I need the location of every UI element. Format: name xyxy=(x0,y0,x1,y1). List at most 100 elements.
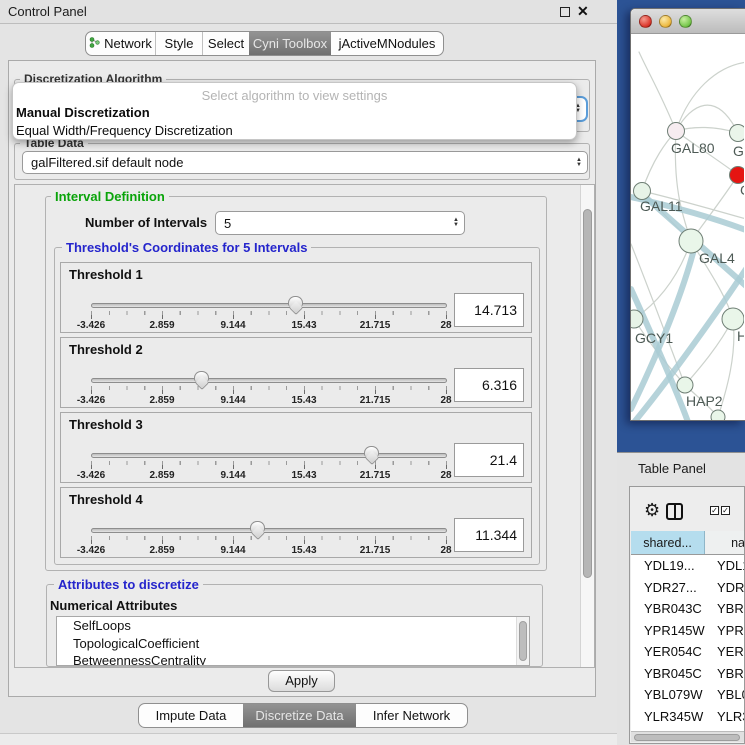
vertical-scrollbar-thumb[interactable] xyxy=(583,209,592,578)
network-window: GAL80GACGAL11GAL4GCY1HHAP2 xyxy=(630,8,745,421)
tab-jactivemnodules[interactable]: jActiveMNodules xyxy=(331,32,443,55)
threshold-1-slider-thumb[interactable] xyxy=(288,296,303,307)
HAP2-node[interactable] xyxy=(677,377,693,393)
vertical-scrollbar-track[interactable] xyxy=(580,185,594,667)
threshold-3-slider-thumb[interactable] xyxy=(364,446,379,457)
threshold-4-value-field[interactable]: 11.344 xyxy=(454,518,524,552)
threshold-1-panel: Threshold 1-3.4262.8599.14415.4321.71528… xyxy=(60,262,532,333)
zoom-traffic-light[interactable] xyxy=(679,15,692,28)
tab-network-label: Network xyxy=(104,36,152,51)
threshold-1-slider-track[interactable] xyxy=(91,303,447,308)
table-cell-name[interactable]: YDL1 xyxy=(707,558,745,573)
table-row[interactable]: YBR043CYBR0 xyxy=(631,598,745,620)
float-window-icon[interactable] xyxy=(560,7,570,17)
node-label-h: H xyxy=(737,328,744,344)
horizontal-scrollbar-track[interactable] xyxy=(631,731,745,742)
tab-style[interactable]: Style xyxy=(155,32,202,55)
tab-network[interactable]: Network xyxy=(86,32,155,55)
network-graph: GAL80GACGAL11GAL4GCY1HHAP2 xyxy=(631,34,744,420)
close-traffic-light[interactable] xyxy=(639,15,652,28)
number-of-intervals-combo[interactable]: 5 ▲▼ xyxy=(215,211,465,235)
clipped-node-bottom[interactable] xyxy=(711,410,725,420)
table-cell-shared-name[interactable]: YLR345W xyxy=(631,709,707,724)
table-cell-name[interactable]: YER0 xyxy=(707,644,745,659)
threshold-3-slider-track[interactable] xyxy=(91,453,447,458)
checkbox-icon[interactable]: ✓ xyxy=(710,506,719,515)
table-row[interactable]: YBR045CYBR0 xyxy=(631,663,745,685)
column-split-icon[interactable] xyxy=(666,503,683,520)
stepper-icon: ▲▼ xyxy=(453,218,459,228)
threshold-rows: Threshold 1-3.4262.8599.14415.4321.71528… xyxy=(60,262,532,562)
table-cell-name[interactable]: YDR2 xyxy=(707,580,745,595)
tick-label: -3.426 xyxy=(77,320,105,331)
table-row[interactable]: YER054CYER0 xyxy=(631,641,745,663)
table-cell-shared-name[interactable]: YDR27... xyxy=(631,580,707,595)
threshold-2-value-field[interactable]: 6.316 xyxy=(454,368,524,402)
tick-label: -3.426 xyxy=(77,545,105,556)
network-canvas[interactable]: GAL80GACGAL11GAL4GCY1HHAP2 xyxy=(631,34,744,420)
gear-icon[interactable]: ⚙ xyxy=(644,501,660,519)
minimize-traffic-light[interactable] xyxy=(659,15,672,28)
table-cell-shared-name[interactable]: YPR145W xyxy=(631,623,707,638)
H-node[interactable] xyxy=(722,308,744,330)
table-cell-name[interactable]: YBL0 xyxy=(707,687,745,702)
tick-label: 28 xyxy=(440,395,451,406)
attribute-item-topologicalcoefficient[interactable]: TopologicalCoefficient xyxy=(57,635,529,653)
table-row[interactable]: YBL079WYBL0 xyxy=(631,684,745,706)
table-cell-shared-name[interactable]: YBL079W xyxy=(631,687,707,702)
threshold-4-slider-track[interactable] xyxy=(91,528,447,533)
tick-label: 15.43 xyxy=(291,320,316,331)
table-cell-name[interactable]: YPR1 xyxy=(707,623,745,638)
tick-label: 28 xyxy=(440,545,451,556)
GAL80-node[interactable] xyxy=(668,123,685,140)
bottom-tab-infer-network[interactable]: Infer Network xyxy=(356,704,467,727)
tick-label: 21.715 xyxy=(360,320,391,331)
list-scrollbar-thumb[interactable] xyxy=(519,621,527,661)
tab-select[interactable]: Select xyxy=(202,32,249,55)
dropdown-item-equal-width-frequency-discretization[interactable]: Equal Width/Frequency Discretization xyxy=(16,123,233,138)
threshold-4-slider-thumb[interactable] xyxy=(250,521,265,532)
bottom-tab-impute-data[interactable]: Impute Data xyxy=(139,704,243,727)
slider-ticks xyxy=(91,311,447,319)
tick-label: 9.144 xyxy=(220,470,245,481)
table-row[interactable]: YPR145WYPR1 xyxy=(631,620,745,642)
tick-label: 2.859 xyxy=(149,545,174,556)
threshold-2-slider-track[interactable] xyxy=(91,378,447,383)
tab-cyni-toolbox[interactable]: Cyni Toolbox xyxy=(249,32,331,55)
table-data-combo[interactable]: galFiltered.sif default node ▲▼ xyxy=(22,151,588,174)
table-row[interactable]: YDR27...YDR2 xyxy=(631,577,745,599)
dropdown-item-manual-discretization[interactable]: Manual Discretization xyxy=(16,105,150,120)
column-header-shared-name[interactable]: shared... xyxy=(631,531,705,554)
attribute-item-selfloops[interactable]: SelfLoops xyxy=(57,617,529,635)
threshold-3-value-field[interactable]: 21.4 xyxy=(454,443,524,477)
table-cell-shared-name[interactable]: YBR045C xyxy=(631,666,707,681)
horizontal-scrollbar-thumb[interactable] xyxy=(634,734,740,741)
GAL11-node[interactable] xyxy=(634,183,651,200)
table-cell-shared-name[interactable]: YDL19... xyxy=(631,558,707,573)
checkbox-icon[interactable]: ✓ xyxy=(721,506,730,515)
slider-ticks xyxy=(91,536,447,544)
table-cell-name[interactable]: YLR3 xyxy=(707,709,745,724)
table-row[interactable]: YDL19...YDL1 xyxy=(631,555,745,577)
network-window-titlebar[interactable] xyxy=(631,9,745,34)
clipped-node-top-right[interactable] xyxy=(730,125,745,142)
threshold-1-value-field[interactable]: 14.713 xyxy=(454,293,524,327)
number-of-intervals-value: 5 xyxy=(224,216,231,231)
table-cell-shared-name[interactable]: YER054C xyxy=(631,644,707,659)
tab-style-label: Style xyxy=(165,36,194,51)
table-cell-name[interactable]: YBR0 xyxy=(707,666,745,681)
list-scrollbar-track[interactable] xyxy=(516,617,529,665)
table-cell-shared-name[interactable]: YBR043C xyxy=(631,601,707,616)
table-cell-name[interactable]: YBR0 xyxy=(707,601,745,616)
close-icon[interactable]: ✕ xyxy=(577,3,589,20)
red-node[interactable] xyxy=(730,167,745,184)
numerical-attributes-list[interactable]: SelfLoopsTopologicalCoefficientBetweenne… xyxy=(56,616,530,666)
apply-button[interactable]: Apply xyxy=(268,670,335,692)
threshold-2-slider-thumb[interactable] xyxy=(194,371,209,382)
column-header-name[interactable]: na xyxy=(705,531,745,554)
attribute-item-betweennesscentrality[interactable]: BetweennessCentrality xyxy=(57,652,529,666)
table-row[interactable]: YLR345WYLR3 xyxy=(631,706,745,728)
threshold-3-label: Threshold 3 xyxy=(69,417,143,432)
bottom-tab-discretize-data[interactable]: Discretize Data xyxy=(243,704,356,727)
bottom-tab-impute-data-label: Impute Data xyxy=(156,708,227,723)
